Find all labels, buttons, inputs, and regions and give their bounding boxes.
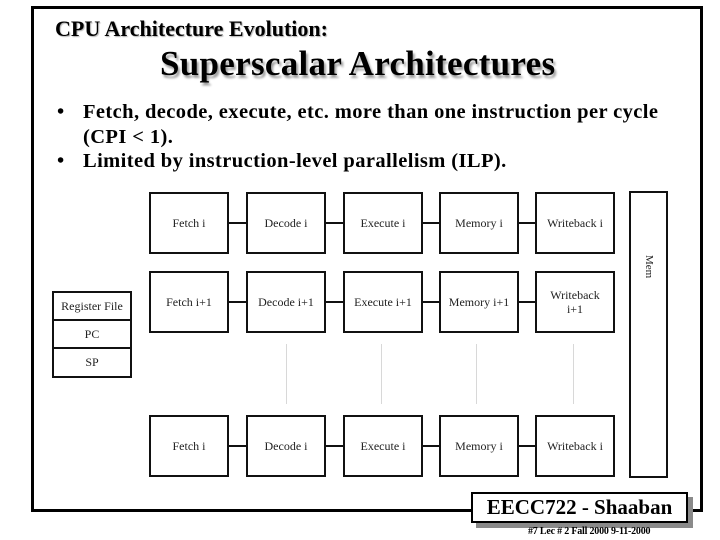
stage-writeback-row-1: Writeback i: [535, 192, 615, 254]
slide-title: Superscalar Architectures: [160, 44, 556, 83]
stage-label: Decode i+1: [258, 295, 314, 309]
continuation-line: [476, 344, 477, 404]
stage-writeback-row-2: Writeback i+1: [535, 271, 615, 333]
stage-label: Memory i: [455, 216, 503, 230]
stage-memory-row-1: Memory i: [439, 192, 519, 254]
stage-fetch-row-2: Fetch i+1: [149, 271, 229, 333]
register-file-label: Register File: [54, 293, 130, 321]
bullet-text: Limited by instruction-level parallelism…: [83, 150, 507, 172]
stage-execute-row-2: Execute i+1: [343, 271, 423, 333]
memory-bar-label: Mem: [643, 255, 655, 279]
bullet-item: • Limited by instruction-level paralleli…: [55, 149, 695, 174]
stage-label: Fetch i: [172, 439, 206, 453]
stage-connector: [423, 445, 439, 447]
stage-connector: [519, 222, 535, 224]
stage-connector: [326, 445, 343, 447]
stage-connector: [326, 301, 343, 303]
stage-label: Memory i: [455, 439, 503, 453]
stage-label: Execute i: [360, 439, 406, 453]
continuation-line: [381, 344, 382, 404]
stage-fetch-row-1: Fetch i: [149, 192, 229, 254]
stage-connector: [229, 222, 246, 224]
stage-label: Fetch i: [172, 216, 206, 230]
bullet-text: Fetch, decode, execute, etc. more than o…: [83, 101, 659, 148]
register-file: Register File PC SP: [52, 291, 132, 378]
footer-meta: #7 Lec # 2 Fall 2000 9-11-2000: [528, 526, 651, 537]
stage-decode-row-2: Decode i+1: [246, 271, 326, 333]
continuation-line: [573, 344, 574, 404]
stage-memory-row-3: Memory i: [439, 415, 519, 477]
continuation-line: [286, 344, 287, 404]
stage-fetch-row-3: Fetch i: [149, 415, 229, 477]
bullet-marker: •: [57, 101, 65, 123]
register-pc: PC: [54, 321, 130, 349]
stage-connector: [519, 301, 535, 303]
memory-bar: Mem: [629, 191, 668, 478]
stage-execute-row-1: Execute i: [343, 192, 423, 254]
bullet-item: • Fetch, decode, execute, etc. more than…: [55, 100, 695, 149]
stage-connector: [229, 445, 246, 447]
register-sp: SP: [85, 355, 99, 369]
stage-label: Memory i+1: [448, 295, 510, 309]
stage-connector: [423, 222, 439, 224]
stage-label: Fetch i+1: [166, 295, 212, 309]
course-footer: EECC722 - Shaaban: [471, 492, 688, 523]
stage-writeback-row-3: Writeback i: [535, 415, 615, 477]
slide-subtitle: CPU Architecture Evolution:: [55, 16, 328, 41]
stage-label: Decode i: [264, 216, 308, 230]
stage-label: Writeback i: [547, 216, 603, 230]
bullet-list: • Fetch, decode, execute, etc. more than…: [55, 100, 695, 174]
stage-decode-row-1: Decode i: [246, 192, 326, 254]
stage-label: Writeback i+1: [550, 288, 600, 316]
stage-label: Execute i+1: [354, 295, 412, 309]
stage-label: Decode i: [264, 439, 308, 453]
stage-decode-row-3: Decode i: [246, 415, 326, 477]
stage-label: Writeback i: [547, 439, 603, 453]
stage-connector: [519, 445, 535, 447]
stage-execute-row-3: Execute i: [343, 415, 423, 477]
stage-memory-row-2: Memory i+1: [439, 271, 519, 333]
stage-label: Execute i: [360, 216, 406, 230]
stage-connector: [326, 222, 343, 224]
stage-connector: [423, 301, 439, 303]
bullet-marker: •: [57, 150, 65, 172]
stage-connector: [229, 301, 246, 303]
